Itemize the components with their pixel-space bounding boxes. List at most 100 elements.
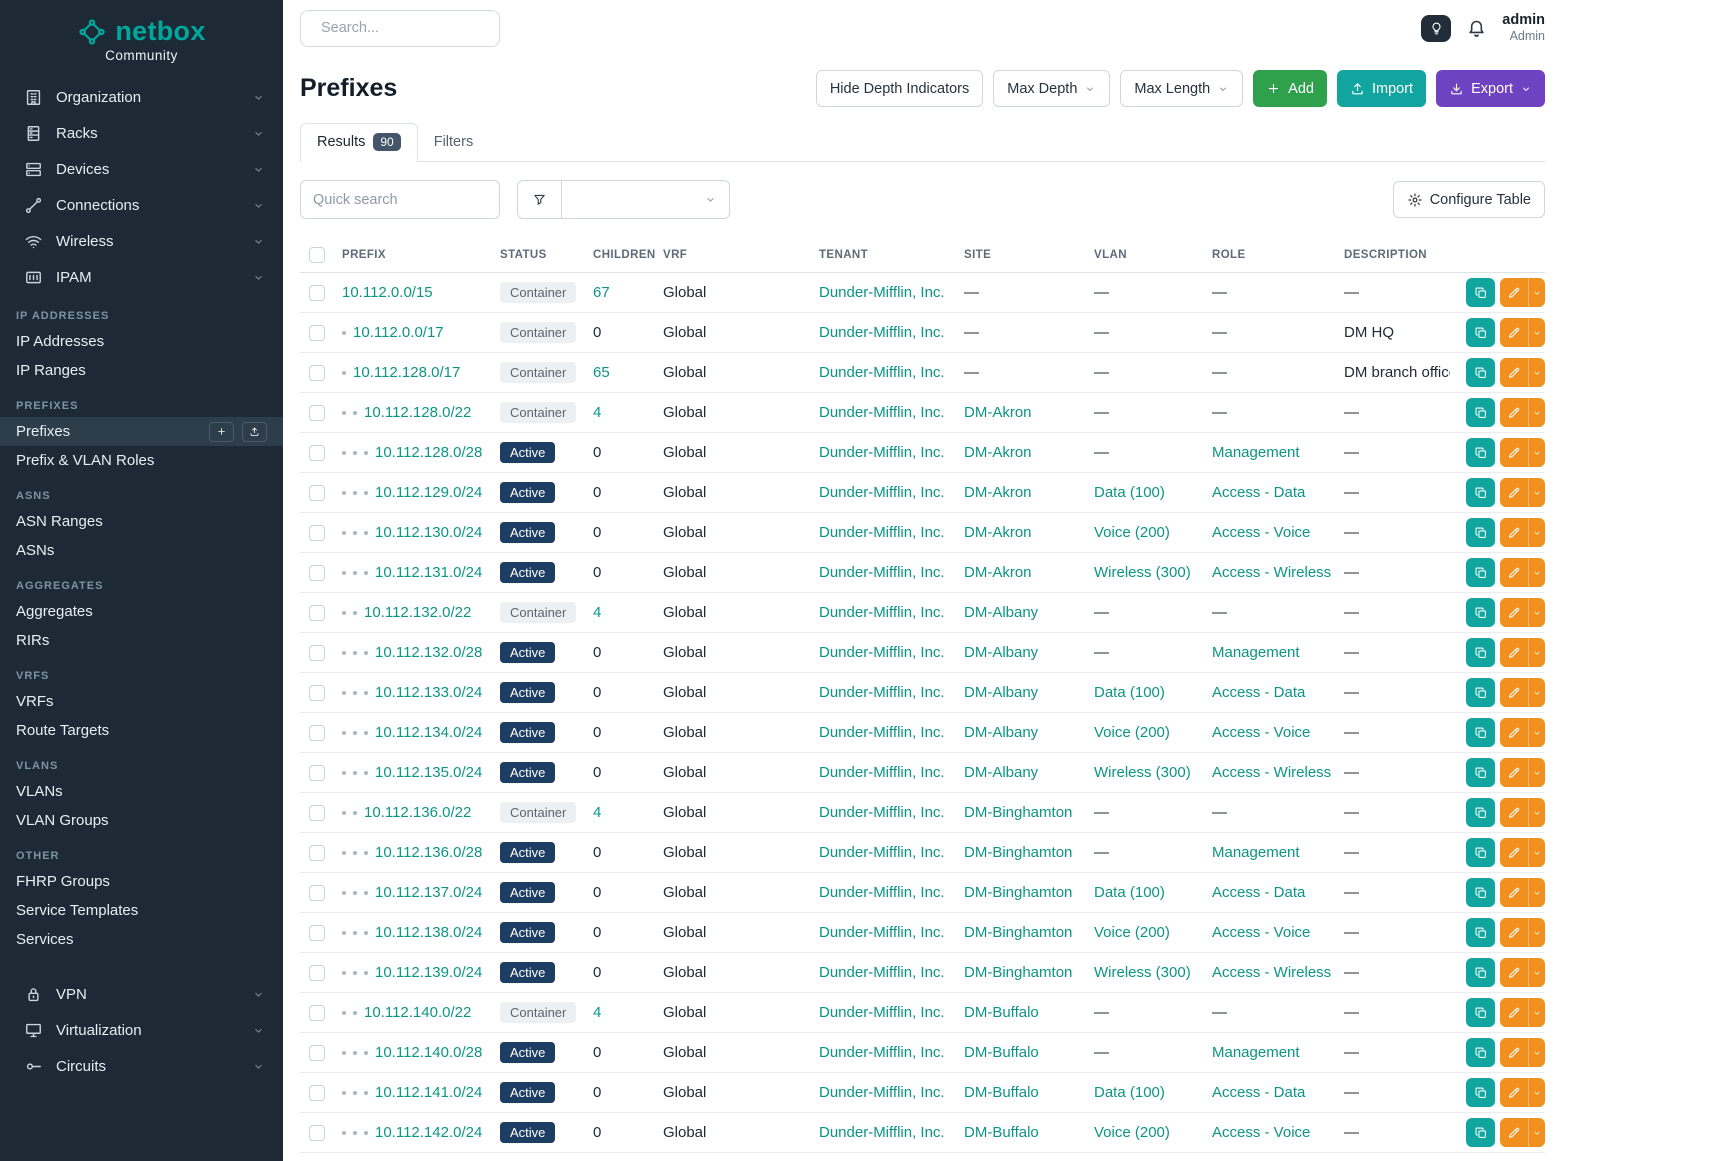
edit-dropdown-button[interactable] bbox=[1528, 438, 1545, 467]
row-checkbox[interactable] bbox=[309, 965, 325, 981]
edit-button[interactable] bbox=[1500, 518, 1528, 547]
prefix-link[interactable]: 10.112.130.0/24 bbox=[375, 524, 482, 541]
vlan-link[interactable]: Voice (200) bbox=[1094, 724, 1170, 741]
tenant-link[interactable]: Dunder-Mifflin, Inc. bbox=[819, 364, 945, 381]
max-depth-dropdown[interactable]: Max Depth bbox=[993, 70, 1110, 107]
children-count-link[interactable]: 65 bbox=[593, 364, 610, 381]
site-link[interactable]: DM-Akron bbox=[964, 564, 1032, 581]
role-link[interactable]: Access - Voice bbox=[1212, 1124, 1310, 1141]
select-all-checkbox[interactable] bbox=[309, 247, 325, 263]
edit-dropdown-button[interactable] bbox=[1528, 478, 1545, 507]
vlan-link[interactable]: Data (100) bbox=[1094, 684, 1165, 701]
row-checkbox[interactable] bbox=[309, 605, 325, 621]
column-header-tenant[interactable]: TENANT bbox=[813, 239, 958, 273]
site-link[interactable]: DM-Binghamton bbox=[964, 844, 1072, 861]
site-link[interactable]: DM-Buffalo bbox=[964, 1004, 1039, 1021]
clone-button[interactable] bbox=[1466, 558, 1495, 587]
edit-button[interactable] bbox=[1500, 718, 1528, 747]
edit-dropdown-button[interactable] bbox=[1528, 998, 1545, 1027]
prefix-link[interactable]: 10.112.141.0/24 bbox=[375, 1084, 482, 1101]
edit-dropdown-button[interactable] bbox=[1528, 398, 1545, 427]
site-link[interactable]: DM-Albany bbox=[964, 644, 1038, 661]
vlan-link[interactable]: Voice (200) bbox=[1094, 924, 1170, 941]
prefix-link[interactable]: 10.112.136.0/22 bbox=[364, 804, 471, 821]
prefix-link[interactable]: 10.112.140.0/28 bbox=[375, 1044, 482, 1061]
role-link[interactable]: Management bbox=[1212, 444, 1300, 461]
edit-dropdown-button[interactable] bbox=[1528, 918, 1545, 947]
vlan-link[interactable]: Wireless (300) bbox=[1094, 564, 1191, 581]
role-link[interactable]: Access - Wireless bbox=[1212, 564, 1331, 581]
prefix-link[interactable]: 10.112.132.0/22 bbox=[364, 604, 471, 621]
edit-button[interactable] bbox=[1500, 1038, 1528, 1067]
row-checkbox[interactable] bbox=[309, 565, 325, 581]
clone-button[interactable] bbox=[1466, 758, 1495, 787]
edit-button[interactable] bbox=[1500, 358, 1528, 387]
sidebar-item-vrfs[interactable]: VRFs bbox=[0, 687, 283, 716]
tenant-link[interactable]: Dunder-Mifflin, Inc. bbox=[819, 964, 945, 981]
clone-button[interactable] bbox=[1466, 518, 1495, 547]
column-header-prefix[interactable]: PREFIX bbox=[336, 239, 494, 273]
vlan-link[interactable]: Voice (200) bbox=[1094, 524, 1170, 541]
edit-button[interactable] bbox=[1500, 958, 1528, 987]
edit-button[interactable] bbox=[1500, 478, 1528, 507]
prefix-link[interactable]: 10.112.142.0/24 bbox=[375, 1124, 482, 1141]
edit-dropdown-button[interactable] bbox=[1528, 958, 1545, 987]
vlan-link[interactable]: Wireless (300) bbox=[1094, 964, 1191, 981]
sidebar-item-racks[interactable]: Racks bbox=[0, 115, 283, 151]
sidebar-item-prefixes[interactable]: Prefixes bbox=[0, 417, 283, 446]
tenant-link[interactable]: Dunder-Mifflin, Inc. bbox=[819, 644, 945, 661]
tenant-link[interactable]: Dunder-Mifflin, Inc. bbox=[819, 764, 945, 781]
prefix-link[interactable]: 10.112.138.0/24 bbox=[375, 924, 482, 941]
tenant-link[interactable]: Dunder-Mifflin, Inc. bbox=[819, 804, 945, 821]
tenant-link[interactable]: Dunder-Mifflin, Inc. bbox=[819, 1044, 945, 1061]
site-link[interactable]: DM-Akron bbox=[964, 444, 1032, 461]
edit-dropdown-button[interactable] bbox=[1528, 358, 1545, 387]
edit-button[interactable] bbox=[1500, 918, 1528, 947]
row-checkbox[interactable] bbox=[309, 365, 325, 381]
site-link[interactable]: DM-Albany bbox=[964, 764, 1038, 781]
export-dropdown[interactable]: Export bbox=[1436, 70, 1545, 107]
clone-button[interactable] bbox=[1466, 638, 1495, 667]
tab-filters[interactable]: Filters bbox=[418, 123, 489, 162]
column-header-vlan[interactable]: VLAN bbox=[1088, 239, 1206, 273]
role-link[interactable]: Management bbox=[1212, 1044, 1300, 1061]
clone-button[interactable] bbox=[1466, 918, 1495, 947]
clone-button[interactable] bbox=[1466, 1078, 1495, 1107]
site-link[interactable]: DM-Albany bbox=[964, 684, 1038, 701]
tenant-link[interactable]: Dunder-Mifflin, Inc. bbox=[819, 324, 945, 341]
site-link[interactable]: DM-Binghamton bbox=[964, 884, 1072, 901]
sidebar-item-fhrp-groups[interactable]: FHRP Groups bbox=[0, 867, 283, 896]
edit-dropdown-button[interactable] bbox=[1528, 678, 1545, 707]
edit-dropdown-button[interactable] bbox=[1528, 1078, 1545, 1107]
column-header-role[interactable]: ROLE bbox=[1206, 239, 1338, 273]
edit-button[interactable] bbox=[1500, 758, 1528, 787]
sidebar-item-prefix-vlan-roles[interactable]: Prefix & VLAN Roles bbox=[0, 446, 283, 475]
edit-button[interactable] bbox=[1500, 598, 1528, 627]
children-count-link[interactable]: 67 bbox=[593, 284, 610, 301]
tenant-link[interactable]: Dunder-Mifflin, Inc. bbox=[819, 924, 945, 941]
tenant-link[interactable]: Dunder-Mifflin, Inc. bbox=[819, 684, 945, 701]
edit-dropdown-button[interactable] bbox=[1528, 878, 1545, 907]
sidebar-item-asns[interactable]: ASNs bbox=[0, 536, 283, 565]
hide-depth-indicators-button[interactable]: Hide Depth Indicators bbox=[816, 70, 983, 107]
max-length-dropdown[interactable]: Max Length bbox=[1120, 70, 1243, 107]
global-search-input[interactable] bbox=[321, 20, 508, 36]
edit-button[interactable] bbox=[1500, 798, 1528, 827]
tenant-link[interactable]: Dunder-Mifflin, Inc. bbox=[819, 484, 945, 501]
import-button[interactable]: Import bbox=[1337, 70, 1426, 107]
row-checkbox[interactable] bbox=[309, 845, 325, 861]
sidebar-item-connections[interactable]: Connections bbox=[0, 187, 283, 223]
tenant-link[interactable]: Dunder-Mifflin, Inc. bbox=[819, 604, 945, 621]
row-checkbox[interactable] bbox=[309, 885, 325, 901]
prefix-link[interactable]: 10.112.128.0/28 bbox=[375, 444, 482, 461]
sidebar-item-virtualization[interactable]: Virtualization bbox=[0, 1012, 283, 1048]
edit-button[interactable] bbox=[1500, 838, 1528, 867]
edit-dropdown-button[interactable] bbox=[1528, 318, 1545, 347]
sidebar-item-devices[interactable]: Devices bbox=[0, 151, 283, 187]
edit-dropdown-button[interactable] bbox=[1528, 838, 1545, 867]
clone-button[interactable] bbox=[1466, 438, 1495, 467]
clone-button[interactable] bbox=[1466, 1038, 1495, 1067]
row-checkbox[interactable] bbox=[309, 685, 325, 701]
edit-button[interactable] bbox=[1500, 878, 1528, 907]
row-checkbox[interactable] bbox=[309, 445, 325, 461]
